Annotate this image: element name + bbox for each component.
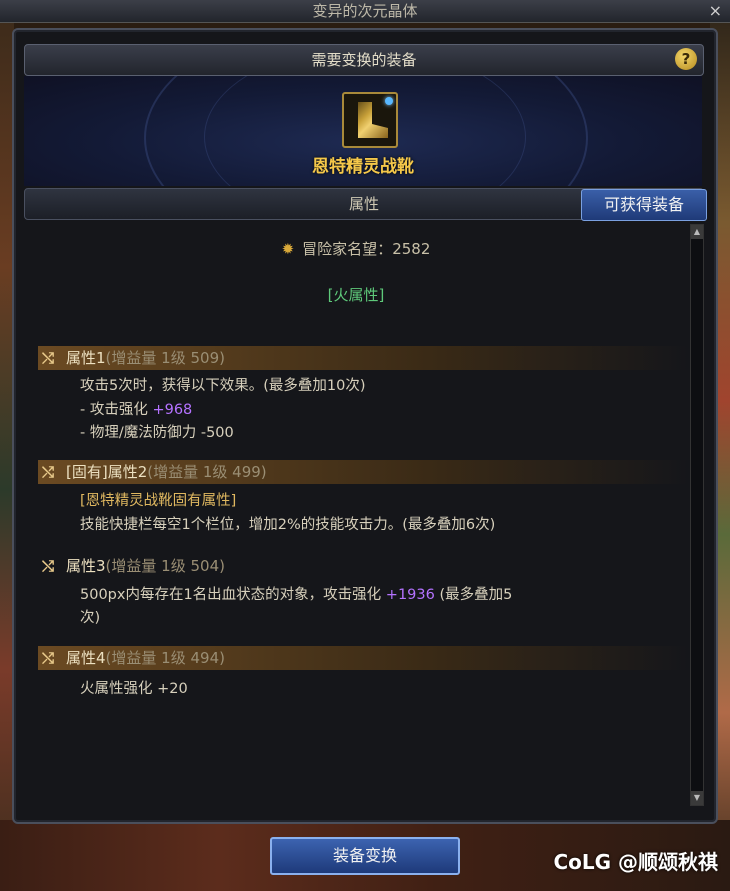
attribute-header-2: ⤭ [固有]属性2(增益量 1级 499) bbox=[38, 460, 688, 484]
section-header: 需要变换的装备 ? bbox=[24, 44, 704, 76]
attribute-sub: (增益量 1级 509) bbox=[105, 349, 225, 367]
scrollbar[interactable]: ▲ ▼ bbox=[690, 224, 704, 806]
attribute-title: 属性1 bbox=[66, 349, 106, 367]
shuffle-icon: ⤭ bbox=[42, 349, 55, 367]
attribute-line: 技能快捷栏每空1个栏位，增加2%的技能攻击力。(最多叠加6次) bbox=[80, 517, 496, 533]
attribute-sub: (增益量 1级 499) bbox=[147, 463, 267, 481]
attributes-header: 属性 可获得装备 bbox=[24, 188, 707, 221]
gem-indicator bbox=[385, 97, 393, 105]
attribute-line-text: 500px内每存在1名出血状态的对象，攻击强化 bbox=[80, 587, 386, 603]
shuffle-icon: ⤭ bbox=[42, 463, 55, 481]
attribute-value: +1936 bbox=[385, 587, 435, 603]
attribute-header-3: ⤭ 属性3(增益量 1级 504) bbox=[38, 554, 688, 578]
attribute-line-text: (最多叠加5 bbox=[434, 587, 513, 603]
section-title: 需要变换的装备 bbox=[311, 51, 417, 69]
shuffle-icon: ⤭ bbox=[42, 557, 55, 575]
element-type: [火属性] bbox=[327, 286, 385, 304]
attribute-title: 属性4 bbox=[66, 649, 106, 667]
attribute-line: [恩特精灵战靴固有属性] bbox=[80, 493, 237, 509]
equipment-convert-button[interactable]: 装备变换 bbox=[270, 837, 460, 875]
close-icon[interactable]: × bbox=[709, 0, 722, 22]
reputation-label: 冒险家名望 bbox=[302, 240, 378, 258]
attribute-sub: (增益量 1级 494) bbox=[105, 649, 225, 667]
attribute-line: - 物理/魔法防御力 -500 bbox=[80, 425, 234, 441]
attributes-content: ✹ 冒险家名望：2582 [火属性] ⤭ 属性1(增益量 1级 509) 攻击5次时… bbox=[24, 222, 688, 806]
obtainable-equipment-button[interactable]: 可获得装备 bbox=[581, 189, 707, 221]
help-icon[interactable]: ? bbox=[675, 48, 697, 70]
attribute-line-text: - 攻击强化 bbox=[80, 402, 153, 418]
dialog-frame: 需要变换的装备 ? 恩特精灵战靴 属性 可获得装备 ✹ 冒险家名望：2582 [火… bbox=[12, 28, 718, 824]
item-display-area: 恩特精灵战靴 bbox=[24, 76, 702, 186]
attribute-line: 火属性强化 +20 bbox=[80, 681, 188, 697]
scroll-down-icon[interactable]: ▼ bbox=[691, 791, 703, 805]
attribute-line: 攻击5次时，获得以下效果。(最多叠加10次) bbox=[80, 378, 366, 394]
attribute-title: [固有]属性2 bbox=[66, 463, 148, 481]
attribute-line: - 攻击强化 +968 bbox=[80, 398, 192, 419]
attribute-header-1: ⤭ 属性1(增益量 1级 509) bbox=[38, 346, 688, 370]
reputation-separator: ： bbox=[377, 240, 393, 258]
attribute-value: +968 bbox=[152, 402, 193, 418]
scroll-up-icon[interactable]: ▲ bbox=[691, 225, 703, 239]
reputation-row: ✹ 冒险家名望：2582 bbox=[24, 238, 688, 259]
shuffle-icon: ⤭ bbox=[42, 649, 55, 667]
item-name: 恩特精灵战靴 bbox=[312, 157, 414, 177]
attribute-header-4: ⤭ 属性4(增益量 1级 494) bbox=[38, 646, 688, 670]
watermark: CoLG @顺颂秋祺 bbox=[553, 850, 718, 874]
window-title: 变异的次元晶体 bbox=[312, 2, 418, 20]
boot-icon bbox=[358, 102, 388, 138]
reputation-icon: ✹ bbox=[281, 240, 295, 258]
attribute-title: 属性3 bbox=[66, 557, 106, 575]
attribute-line: 次) bbox=[80, 610, 101, 626]
item-slot[interactable] bbox=[342, 92, 398, 148]
attribute-sub: (增益量 1级 504) bbox=[105, 557, 225, 575]
attribute-line: 500px内每存在1名出血状态的对象，攻击强化 +1936 (最多叠加5 bbox=[80, 583, 512, 604]
window-titlebar: 变异的次元晶体 × bbox=[0, 0, 730, 23]
reputation-value: 2582 bbox=[392, 240, 431, 258]
